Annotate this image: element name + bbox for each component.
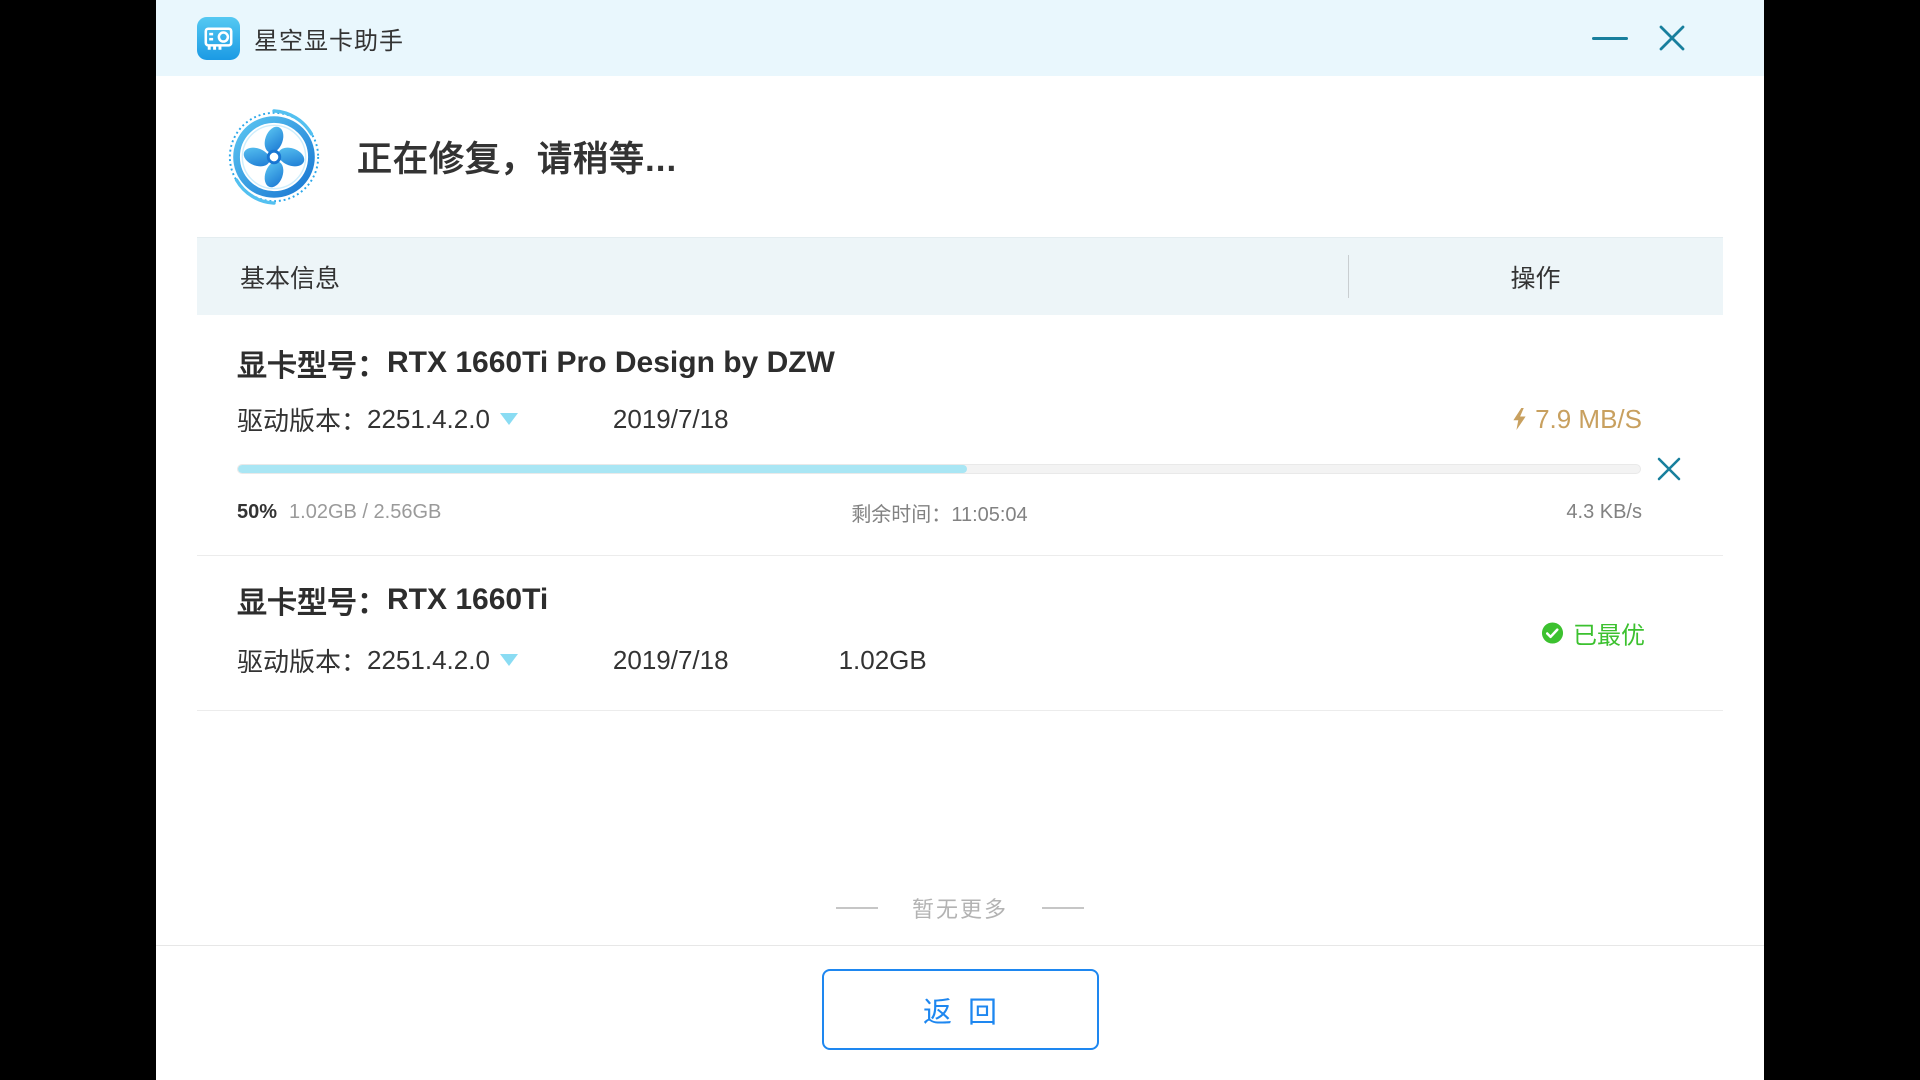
progress-fill (238, 465, 967, 473)
gpu-model-title: 显卡型号： RTX 1660Ti (237, 576, 1683, 624)
lightning-bolt-icon (1512, 408, 1527, 430)
size-progress: 1.02GB / 2.56GB (289, 501, 441, 524)
footer: 返回 (156, 946, 1764, 1080)
release-date: 2019/7/18 (613, 645, 729, 676)
check-circle-icon (1541, 622, 1564, 645)
back-button[interactable]: 返回 (822, 969, 1099, 1050)
column-action-label: 操作 (1510, 259, 1560, 295)
no-more-divider: 暂无更多 (156, 896, 1764, 920)
titlebar: 星空显卡助手 (156, 0, 1764, 76)
header-divider (1348, 255, 1349, 298)
chevron-down-icon[interactable] (500, 654, 518, 666)
divider-dash-left (836, 907, 878, 909)
current-speed: 4.3 KB/s (1566, 501, 1642, 524)
divider-dash-right (1042, 907, 1084, 909)
optimal-status-text: 已最优 (1573, 616, 1645, 651)
fan-repair-icon (226, 109, 322, 205)
hamburger-menu-icon[interactable] (1526, 25, 1564, 52)
driver-version-label: 驱动版本： (237, 401, 367, 438)
gpu-model-title: 显卡型号： RTX 1660Ti Pro Design by DZW (237, 315, 1683, 387)
table-header: 基本信息 操作 (197, 237, 1723, 315)
gpu-model-label: 显卡型号： (237, 578, 387, 622)
driver-version-value: 2251.4.2.0 (367, 404, 490, 435)
driver-meta-line: 驱动版本： 2251.4.2.0 2019/7/18 7.9 MB/S (237, 401, 1642, 437)
gpu-model-name: RTX 1660Ti Pro Design by DZW (387, 346, 835, 380)
cancel-download-icon[interactable] (1655, 455, 1683, 483)
progress-line (237, 455, 1683, 483)
progress-bar (237, 464, 1641, 474)
repair-status-text: 正在修复，请稍等... (357, 131, 677, 182)
download-speed-indicator: 7.9 MB/S (1512, 404, 1642, 435)
column-basic-info: 基本信息 (197, 259, 1348, 295)
download-speed-value: 7.9 MB/S (1535, 404, 1642, 435)
download-stats: 50% 1.02GB / 2.56GB 剩余时间：11:05:04 4.3 KB… (237, 499, 1642, 525)
window-controls (1526, 23, 1688, 53)
minimize-icon[interactable] (1592, 37, 1628, 40)
app-title: 星空显卡助手 (254, 21, 404, 56)
driver-row-optimal: 显卡型号： RTX 1660Ti 驱动版本： 2251.4.2.0 2019/7… (197, 556, 1723, 711)
close-icon[interactable] (1656, 23, 1688, 53)
remaining-time-value: 11:05:04 (951, 504, 1027, 526)
status-header: 正在修复，请稍等... (156, 76, 1764, 237)
gpu-model-name: RTX 1660Ti (387, 583, 548, 617)
app-logo-gpu-card-icon (197, 17, 240, 60)
column-action: 操作 (1348, 238, 1723, 315)
driver-version-value: 2251.4.2.0 (367, 645, 490, 676)
driver-version-label: 驱动版本： (237, 642, 367, 679)
driver-meta-line: 驱动版本： 2251.4.2.0 2019/7/18 1.02GB (237, 642, 1642, 678)
app-window: 星空显卡助手 (156, 0, 1764, 1080)
no-more-text: 暂无更多 (912, 892, 1008, 924)
remaining-time: 剩余时间：11:05:04 (851, 498, 1027, 527)
release-date: 2019/7/18 (613, 404, 729, 435)
gpu-model-label: 显卡型号： (237, 341, 387, 385)
driver-row-downloading: 显卡型号： RTX 1660Ti Pro Design by DZW 驱动版本：… (197, 315, 1723, 556)
driver-table: 基本信息 操作 显卡型号： RTX 1660Ti Pro Design by D… (197, 237, 1723, 711)
file-size: 1.02GB (839, 645, 927, 676)
progress-percent: 50% (237, 501, 277, 524)
chevron-down-icon[interactable] (500, 413, 518, 425)
remaining-time-label: 剩余时间： (851, 504, 951, 526)
optimal-status-badge: 已最优 (1541, 616, 1645, 651)
